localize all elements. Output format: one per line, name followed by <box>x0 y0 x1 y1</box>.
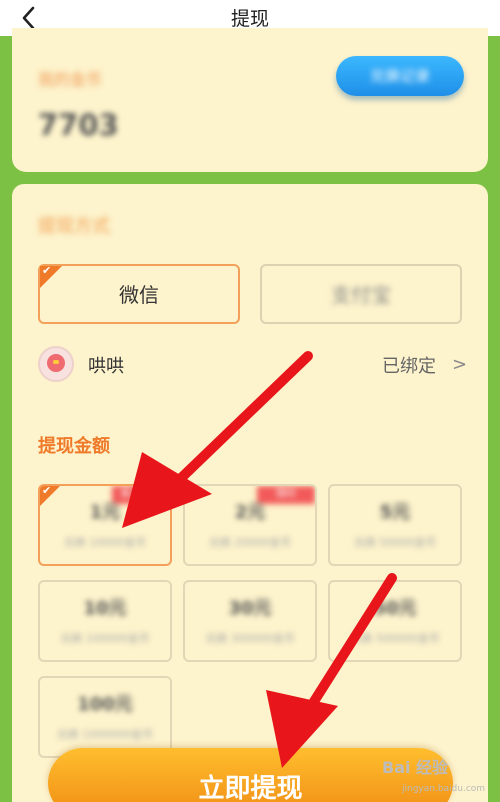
amount-coin-cost: 兑换 500000金币 <box>350 632 440 645</box>
amount-option-5[interactable]: 5元 兑换 50000金币 <box>328 484 462 566</box>
coin-balance-card <box>12 28 488 172</box>
avatar <box>38 346 74 382</box>
payment-method-label: 提现方式 <box>38 216 110 237</box>
amount-option-50[interactable]: 50元 兑换 500000金币 <box>328 580 462 662</box>
amount-value: 50元 <box>373 598 417 619</box>
amount-coin-cost: 兑换 10000金币 <box>63 536 147 549</box>
amount-value: 1元 <box>89 502 121 523</box>
amount-coin-cost: 兑换 300000金币 <box>205 632 295 645</box>
chevron-right-icon[interactable]: > <box>452 354 467 375</box>
payment-option-label: 支付宝 <box>331 283 391 307</box>
checkmark-icon: ✔ <box>42 264 52 277</box>
amount-option-10[interactable]: 10元 兑换 100000金币 <box>38 580 172 662</box>
payment-option-wechat[interactable]: ✔ 微信 <box>38 264 240 324</box>
payment-option-alipay[interactable]: 支付宝 <box>260 264 462 324</box>
checkmark-icon: ✔ <box>42 484 52 497</box>
amount-value: 10元 <box>83 598 127 619</box>
amount-coin-cost: 兑换 100000金币 <box>60 632 150 645</box>
amount-option-1[interactable]: 新人专享 ✔ 1元 兑换 10000金币 <box>38 484 172 566</box>
coin-balance-value: 7703 <box>38 108 119 142</box>
payment-option-label: 微信 <box>119 283 159 307</box>
coin-balance-label: 我的金币 <box>38 70 103 89</box>
amount-coin-cost: 兑换 1000000金币 <box>56 728 154 741</box>
amount-option-30[interactable]: 30元 兑换 300000金币 <box>183 580 317 662</box>
watermark-url: jingyan.baidu.com <box>402 784 486 794</box>
watermark: Bai 经验 <box>382 758 449 777</box>
account-name: 哄哄 <box>88 356 124 377</box>
amount-coin-cost: 兑换 20000金币 <box>208 536 292 549</box>
amount-value: 2元 <box>234 502 266 523</box>
amount-coin-cost: 兑换 50000金币 <box>353 536 437 549</box>
amount-value: 5元 <box>379 502 411 523</box>
amount-option-100[interactable]: 100元 兑换 1000000金币 <box>38 676 172 758</box>
withdraw-amount-label: 提现金额 <box>38 436 110 457</box>
page-title: 提现 <box>230 8 269 30</box>
amount-value: 100元 <box>77 694 133 715</box>
amount-option-2[interactable]: 限时 2元 兑换 20000金币 <box>183 484 317 566</box>
exchange-record-button[interactable]: 兑换记录 <box>336 56 464 96</box>
amount-value: 30元 <box>228 598 272 619</box>
account-bound-status[interactable]: 已绑定 <box>382 352 436 378</box>
exchange-record-label: 兑换记录 <box>369 67 430 85</box>
